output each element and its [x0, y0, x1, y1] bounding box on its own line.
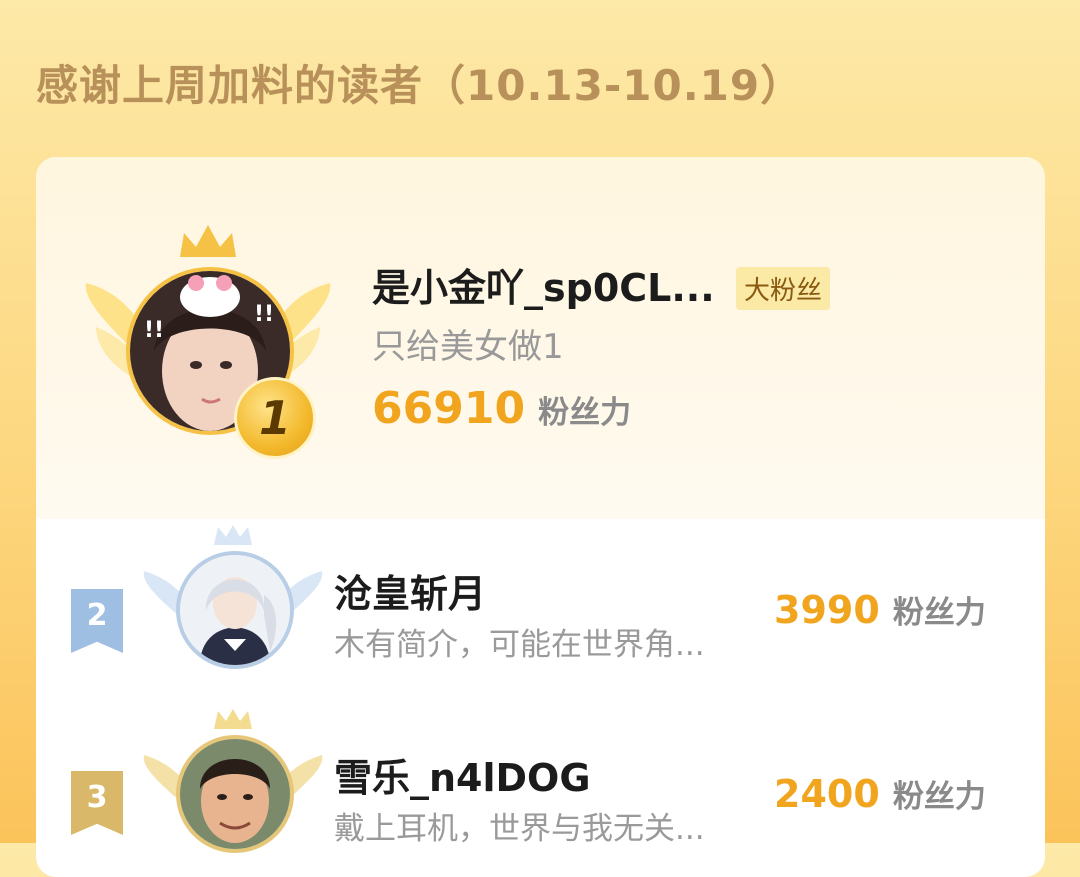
- svg-text:!!: !!: [254, 302, 274, 327]
- fan-power: 3990 粉丝力: [774, 587, 986, 632]
- avatar-frame: [140, 709, 326, 869]
- fan-level-badge: 大粉丝: [736, 267, 831, 310]
- fan-power-value: 3990: [774, 588, 880, 632]
- user-bio: 戴上耳机，世界与我无关...: [334, 811, 705, 847]
- rank-flag: 3: [71, 771, 123, 823]
- svg-text:!!: !!: [144, 318, 164, 343]
- rank-flag: 2: [71, 589, 123, 641]
- ranking-card: !! !! 1 是小金吖_sp0CL... 大粉丝 只给美女做1 66910 粉…: [36, 157, 1045, 877]
- avatar[interactable]: [176, 551, 294, 669]
- user-bio: 只给美女做1: [372, 327, 564, 367]
- fan-power: 2400 粉丝力: [774, 771, 986, 816]
- fan-power-unit: 粉丝力: [892, 779, 986, 815]
- page-title: 感谢上周加料的读者（10.13-10.19）: [36, 61, 804, 110]
- fan-power-value: 2400: [774, 772, 880, 816]
- fan-power-value: 66910: [372, 383, 526, 434]
- fan-power-unit: 粉丝力: [892, 595, 986, 631]
- avatar-frame: [140, 525, 326, 685]
- avatar[interactable]: [176, 735, 294, 853]
- username[interactable]: 沧皇斩月: [334, 563, 486, 618]
- avatar-frame: !! !! 1: [84, 219, 332, 459]
- user-bio: 木有简介，可能在世界角...: [334, 627, 705, 663]
- username[interactable]: 雪乐_n4lDOG: [334, 747, 591, 802]
- list-item[interactable]: 2 沧皇斩月 木有简介，可能在世界角... 3990 粉丝力: [36, 519, 1045, 689]
- rank-medal: 1: [234, 377, 316, 459]
- top-reader-block[interactable]: !! !! 1 是小金吖_sp0CL... 大粉丝 只给美女做1 66910 粉…: [36, 157, 1045, 519]
- fan-power: 66910 粉丝力: [372, 383, 631, 434]
- list-item[interactable]: 3 雪乐_n4lDOG 戴上耳机，世界与我无关... 2400 粉丝力: [36, 703, 1045, 873]
- username[interactable]: 是小金吖_sp0CL...: [372, 257, 715, 312]
- fan-power-unit: 粉丝力: [538, 395, 632, 431]
